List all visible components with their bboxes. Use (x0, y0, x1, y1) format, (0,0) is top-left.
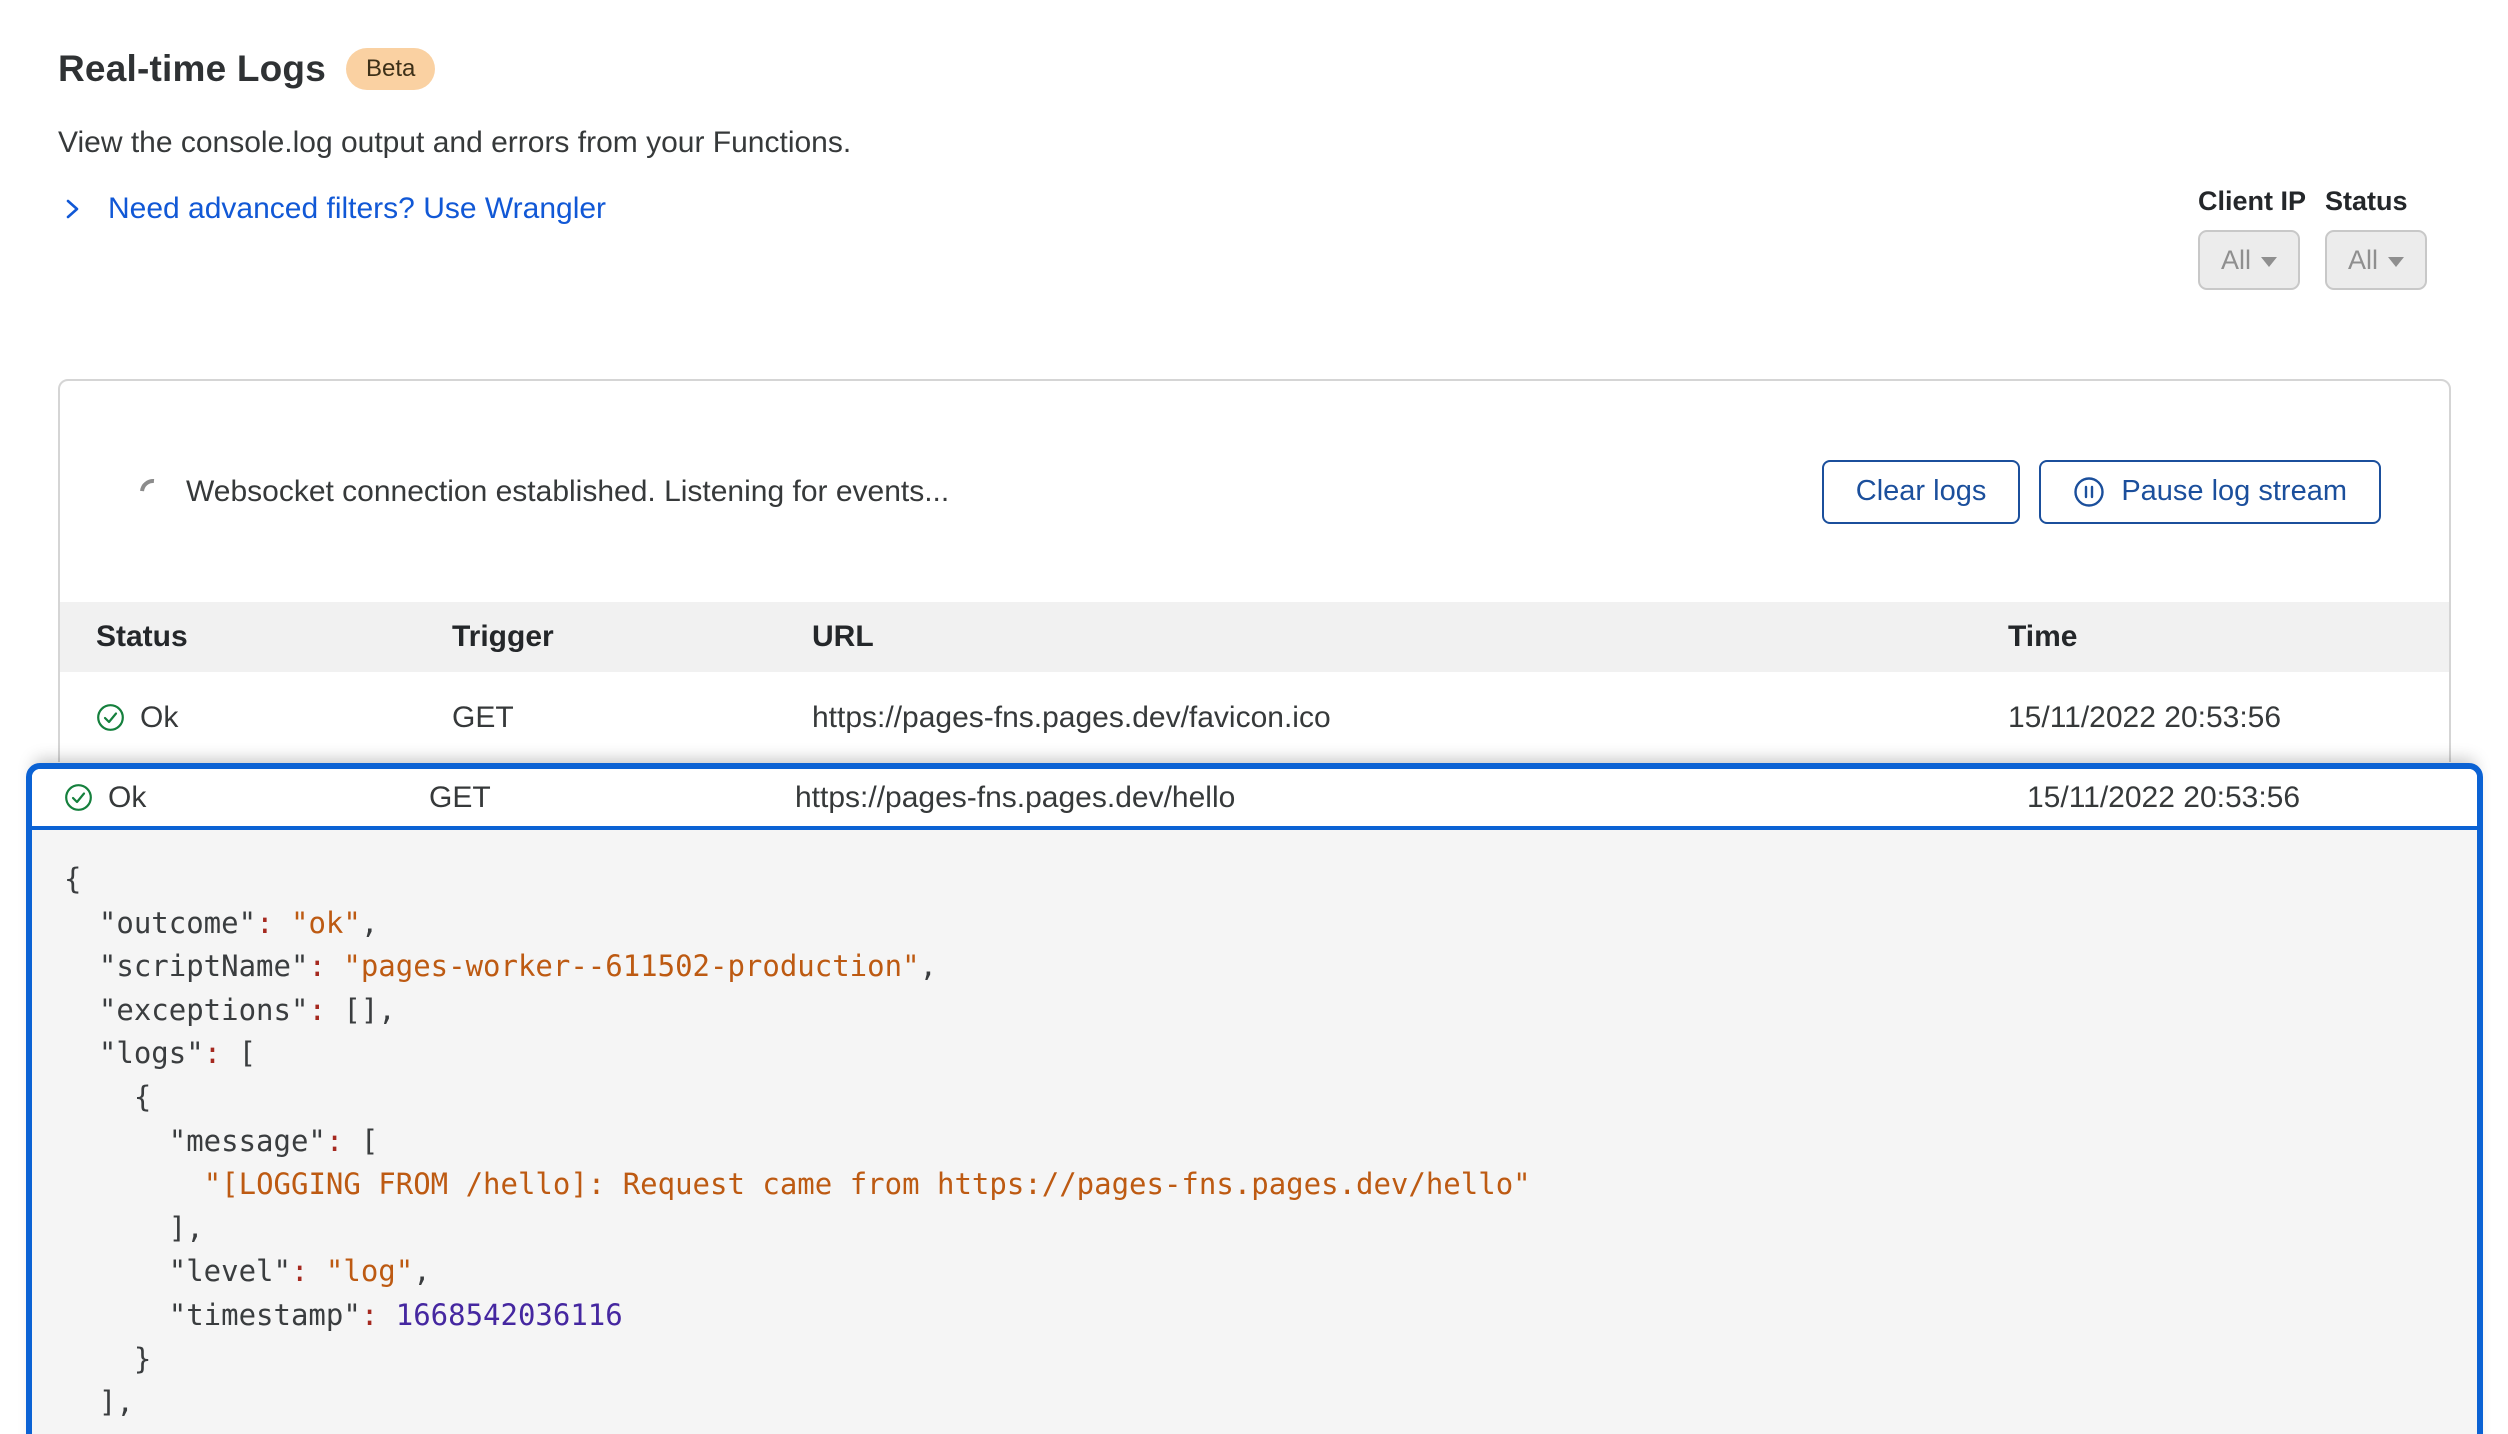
status-value: Ok (140, 701, 178, 735)
trigger-cell: GET (429, 781, 795, 815)
column-header-url: URL (812, 620, 2008, 654)
json-line: ], (64, 1381, 2437, 1425)
wrangler-filters-link[interactable]: Need advanced filters? Use Wrangler (60, 192, 606, 226)
pause-log-stream-button[interactable]: Pause log stream (2039, 460, 2381, 524)
log-table-header: Status Trigger URL Time (60, 602, 2449, 672)
json-line: "scriptName": "pages-worker--611502-prod… (64, 945, 2437, 989)
column-header-status: Status (96, 620, 452, 654)
pause-icon (2073, 476, 2105, 508)
check-circle-icon (96, 703, 125, 732)
status-cell: Ok (64, 781, 429, 815)
chevron-right-icon (60, 197, 84, 221)
connection-status-text: Websocket connection established. Listen… (186, 475, 949, 509)
wrangler-link-label: Need advanced filters? Use Wrangler (108, 192, 606, 226)
json-log-body: { "outcome": "ok", "scriptName": "pages-… (32, 830, 2477, 1434)
spinner-icon (135, 473, 172, 510)
caret-down-icon (2261, 257, 2277, 267)
realtime-logs-page: Real-time Logs Beta View the console.log… (0, 0, 2508, 1434)
time-cell: 15/11/2022 20:53:56 (2027, 781, 2477, 815)
caret-down-icon (2388, 257, 2404, 267)
client-ip-filter-select[interactable]: All (2198, 230, 2300, 290)
check-circle-icon (64, 783, 93, 812)
json-line: "message": [ (64, 1120, 2437, 1164)
page-header: Real-time Logs Beta (58, 48, 435, 90)
log-filters: Client IP All Status All (2198, 186, 2427, 290)
status-cell: Ok (96, 701, 452, 735)
column-header-time: Time (2008, 620, 2449, 654)
toolbar-buttons: Clear logs Pause log stream (1822, 460, 2381, 524)
status-value: Ok (108, 781, 146, 815)
page-description: View the console.log output and errors f… (58, 126, 851, 160)
expanded-log-row[interactable]: Ok GET https://pages-fns.pages.dev/hello… (32, 769, 2477, 830)
connection-status: Websocket connection established. Listen… (140, 475, 949, 509)
status-filter-value: All (2348, 245, 2378, 276)
status-filter-label: Status (2325, 186, 2427, 217)
status-filter-group: Status All (2325, 186, 2427, 290)
beta-badge: Beta (346, 48, 435, 90)
json-line: "logs": [ (64, 1032, 2437, 1076)
json-line: } (64, 1338, 2437, 1382)
expanded-log-entry: Ok GET https://pages-fns.pages.dev/hello… (26, 763, 2483, 1434)
client-ip-filter-group: Client IP All (2198, 186, 2306, 290)
json-line: "exceptions": [], (64, 989, 2437, 1033)
log-table-row[interactable]: Ok GET https://pages-fns.pages.dev/favic… (60, 672, 2449, 763)
trigger-cell: GET (452, 701, 812, 735)
json-line: ], (64, 1207, 2437, 1251)
time-cell: 15/11/2022 20:53:56 (2008, 701, 2449, 735)
json-line: { (64, 858, 2437, 902)
clear-logs-button[interactable]: Clear logs (1822, 460, 2021, 524)
client-ip-filter-value: All (2221, 245, 2251, 276)
url-cell: https://pages-fns.pages.dev/favicon.ico (812, 701, 2008, 735)
column-header-trigger: Trigger (452, 620, 812, 654)
json-line: "outcome": "ok", (64, 902, 2437, 946)
status-filter-select[interactable]: All (2325, 230, 2427, 290)
log-stream-toolbar: Websocket connection established. Listen… (60, 381, 2449, 602)
page-title: Real-time Logs (58, 48, 326, 90)
json-line: "[LOGGING FROM /hello]: Request came fro… (64, 1163, 2437, 1207)
json-line: "level": "log", (64, 1250, 2437, 1294)
json-line: { (64, 1076, 2437, 1120)
clear-logs-label: Clear logs (1856, 475, 1987, 508)
pause-log-stream-label: Pause log stream (2121, 475, 2347, 508)
client-ip-filter-label: Client IP (2198, 186, 2306, 217)
json-line: "timestamp": 1668542036116 (64, 1294, 2437, 1338)
url-cell: https://pages-fns.pages.dev/hello (795, 781, 2027, 815)
